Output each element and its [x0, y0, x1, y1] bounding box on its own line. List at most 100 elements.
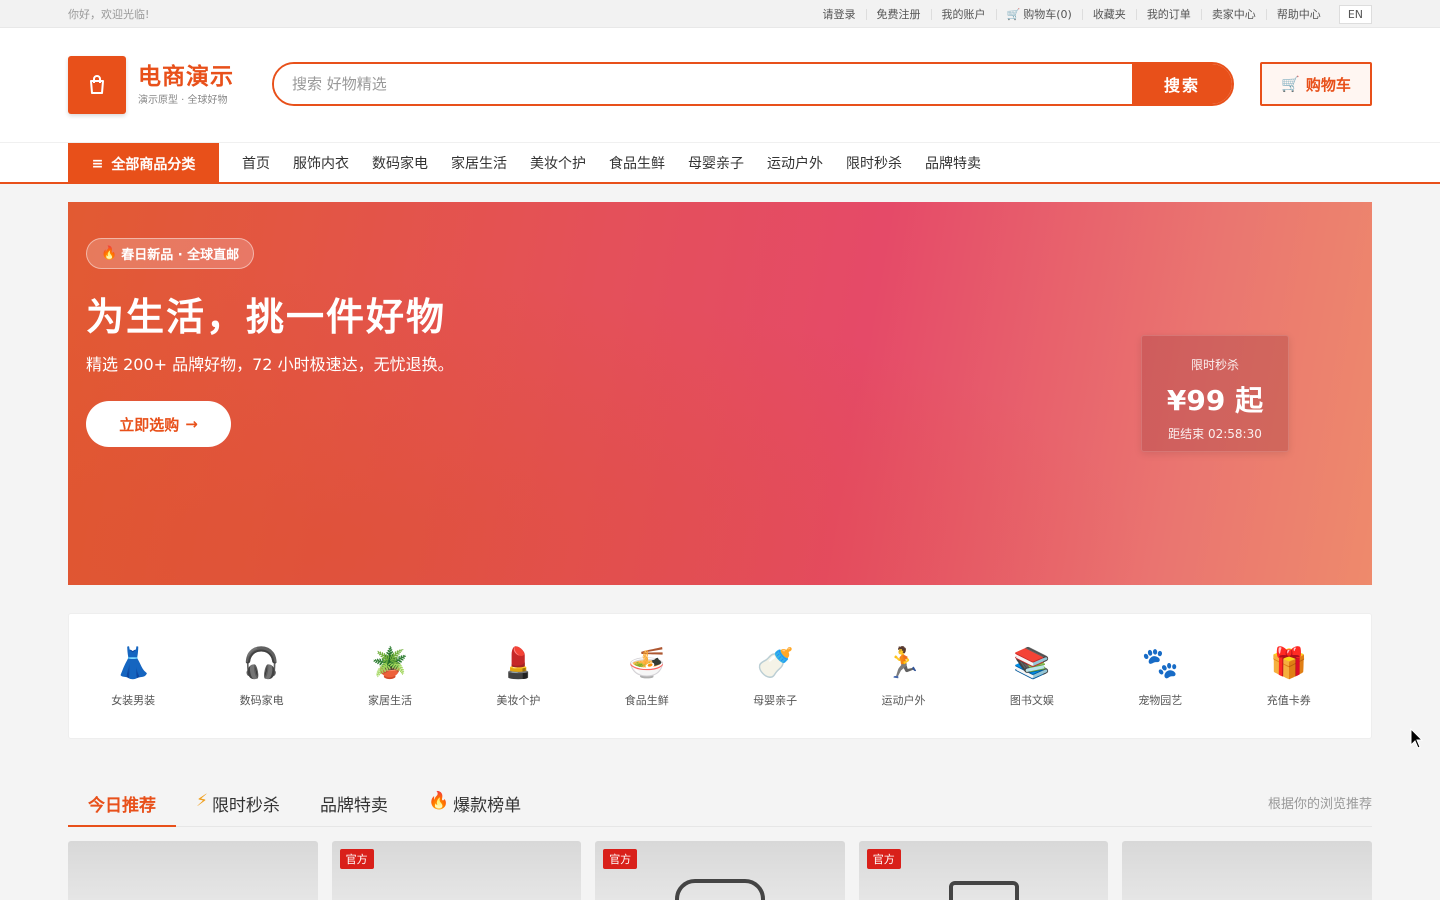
register-link[interactable]: 免费注册	[865, 8, 931, 20]
favorites-link[interactable]: 收藏夹	[1081, 8, 1136, 20]
cart-button[interactable]: 🛒 购物车	[1260, 62, 1372, 106]
category-home[interactable]: 🪴 家居生活	[326, 644, 454, 708]
product-card[interactable]: 官方	[858, 841, 1109, 900]
category-books[interactable]: 📚 图书文娱	[968, 644, 1096, 708]
gift-icon: 🎁	[1270, 646, 1308, 681]
tab-bestsellers[interactable]: 🔥 爆款榜单	[408, 791, 541, 827]
my-account-link[interactable]: 我的账户	[930, 8, 996, 20]
search-input[interactable]	[274, 64, 1132, 104]
category-gift-cards[interactable]: 🎁 充值卡券	[1225, 644, 1353, 708]
nav-item-flash-sale[interactable]: 限时秒杀	[846, 153, 902, 173]
my-orders-link[interactable]: 我的订单	[1135, 8, 1201, 20]
nav-item-brand-sale[interactable]: 品牌特卖	[925, 153, 981, 173]
top-cart-link[interactable]: 🛒 购物车(0)	[995, 7, 1082, 21]
category-label: 食品生鲜	[624, 694, 669, 707]
category-label: 美妆个护	[496, 694, 541, 707]
welcome-text: 你好，欢迎光临!	[68, 8, 150, 21]
baby-bottle-icon: 🍼	[756, 646, 794, 681]
flash-sale-price: ¥99 起	[1166, 384, 1264, 417]
cart-icon: 🛒	[1281, 75, 1300, 93]
fire-icon: 🔥	[427, 791, 450, 811]
top-cart-label: 购物车(0)	[1023, 7, 1072, 21]
hero-banner[interactable]: 🔥 春日新品 · 全球直邮 为生活，挑一件好物 精选 200+ 品牌好物，72 …	[68, 202, 1372, 585]
search-bar: 搜索	[272, 62, 1234, 106]
banner-title: 为生活，挑一件好物	[86, 295, 447, 339]
product-image	[675, 879, 766, 900]
nav-item-electronics[interactable]: 数码家电	[372, 153, 428, 173]
shop-now-label: 立即选购	[119, 415, 180, 434]
tab-label: 品牌特卖	[319, 796, 388, 816]
nav-item-beauty[interactable]: 美妆个护	[530, 153, 586, 173]
tab-label: 限时秒杀	[211, 796, 280, 816]
help-center-link[interactable]: 帮助中心	[1265, 8, 1331, 20]
flash-sale-countdown: 距结束 02:58:30	[1168, 427, 1262, 441]
category-label: 运动户外	[881, 694, 926, 707]
arrow-right-icon: →	[185, 415, 198, 433]
tab-label: 爆款榜单	[453, 796, 522, 816]
tab-label: 今日推荐	[88, 796, 156, 816]
nav-item-home-living[interactable]: 家居生活	[451, 153, 507, 173]
all-categories-label: 全部商品分类	[111, 156, 196, 173]
product-image	[948, 881, 1019, 900]
category-label: 女装男装	[111, 694, 156, 707]
search-button[interactable]: 搜索	[1132, 64, 1232, 104]
flash-sale-card[interactable]: 限时秒杀 ¥99 起 距结束 02:58:30	[1141, 335, 1289, 452]
menu-icon: ≡	[91, 155, 104, 172]
banner-description: 精选 200+ 品牌好物，72 小时极速达，无忧退换。	[86, 355, 454, 374]
product-card[interactable]	[1122, 841, 1372, 900]
dress-icon: 👗	[114, 646, 152, 681]
official-badge: 官方	[603, 849, 638, 869]
flash-sale-label: 限时秒杀	[1190, 358, 1239, 372]
category-baby[interactable]: 🍼 母婴亲子	[711, 644, 839, 708]
site-name: 电商演示	[138, 64, 234, 90]
recommendation-hint: 根据你的浏览推荐	[1267, 797, 1372, 812]
category-label: 数码家电	[239, 694, 284, 707]
site-tagline: 演示原型 · 全球好物	[138, 95, 228, 106]
category-label: 图书文娱	[1009, 694, 1054, 707]
site-header: 电商演示 演示原型 · 全球好物 搜索 🛒 购物车	[0, 28, 1440, 142]
category-grid: 👗 女装男装 🎧 数码家电 🪴 家居生活 💄 美妆个护 🍜 食品生鲜 🍼 母婴亲子 🏃 运动户…	[68, 613, 1372, 739]
banner-badge-text: 春日新品 · 全球直邮	[121, 248, 240, 263]
paw-prints-icon: 🐾	[1141, 646, 1179, 681]
top-links: 请登录 免费注册 我的账户 🛒 购物车(0) 收藏夹 我的订单 卖家中心 帮助中心…	[813, 4, 1372, 24]
books-icon: 📚	[1013, 646, 1051, 681]
seller-center-link[interactable]: 卖家中心	[1200, 8, 1266, 20]
nav-item-baby[interactable]: 母婴亲子	[688, 153, 744, 173]
shop-now-button[interactable]: 立即选购 →	[86, 401, 231, 447]
login-link[interactable]: 请登录	[813, 9, 866, 20]
category-label: 充值卡券	[1266, 694, 1311, 707]
fire-icon: 🔥	[101, 246, 118, 261]
nav-item-home[interactable]: 首页	[242, 153, 270, 173]
shopping-bag-icon	[90, 75, 104, 94]
category-pets[interactable]: 🐾 宠物园艺	[1096, 644, 1224, 708]
all-categories-button[interactable]: ≡ 全部商品分类	[68, 143, 219, 184]
category-food[interactable]: 🍜 食品生鲜	[583, 644, 711, 708]
nav-item-sports[interactable]: 运动户外	[767, 153, 823, 173]
product-card[interactable]: 官方	[331, 841, 582, 900]
category-label: 宠物园艺	[1138, 694, 1183, 707]
nav-item-apparel[interactable]: 服饰内衣	[293, 153, 349, 173]
nav-item-food[interactable]: 食品生鲜	[609, 153, 665, 173]
product-card[interactable]	[68, 841, 318, 900]
category-electronics[interactable]: 🎧 数码家电	[197, 644, 325, 708]
category-label: 母婴亲子	[753, 694, 798, 707]
runner-icon: 🏃	[884, 646, 923, 681]
cart-button-label: 购物车	[1305, 75, 1351, 94]
lightning-icon: ⚡	[196, 791, 208, 811]
tab-brand-sale[interactable]: 品牌特卖	[300, 791, 408, 827]
category-apparel[interactable]: 👗 女装男装	[69, 644, 197, 708]
official-badge: 官方	[339, 849, 374, 869]
category-beauty[interactable]: 💄 美妆个护	[454, 644, 582, 708]
cart-icon: 🛒	[1006, 7, 1021, 21]
tab-flash-sale[interactable]: ⚡ 限时秒杀	[176, 791, 300, 827]
official-badge: 官方	[866, 849, 901, 869]
tab-today[interactable]: 今日推荐	[68, 791, 176, 827]
category-sports[interactable]: 🏃 运动户外	[839, 644, 967, 708]
recommendation-tabs: 今日推荐 ⚡ 限时秒杀 品牌特卖 🔥 爆款榜单 根据你的浏览推荐	[68, 791, 1372, 827]
main-nav: ≡ 全部商品分类 首页 服饰内衣 数码家电 家居生活 美妆个护 食品生鲜 母婴亲…	[0, 142, 1440, 184]
logo[interactable]	[68, 56, 126, 114]
product-card[interactable]: 官方	[595, 841, 845, 900]
headphones-icon: 🎧	[242, 646, 281, 681]
category-label: 家居生活	[367, 694, 412, 707]
language-switch[interactable]: EN	[1338, 4, 1372, 24]
